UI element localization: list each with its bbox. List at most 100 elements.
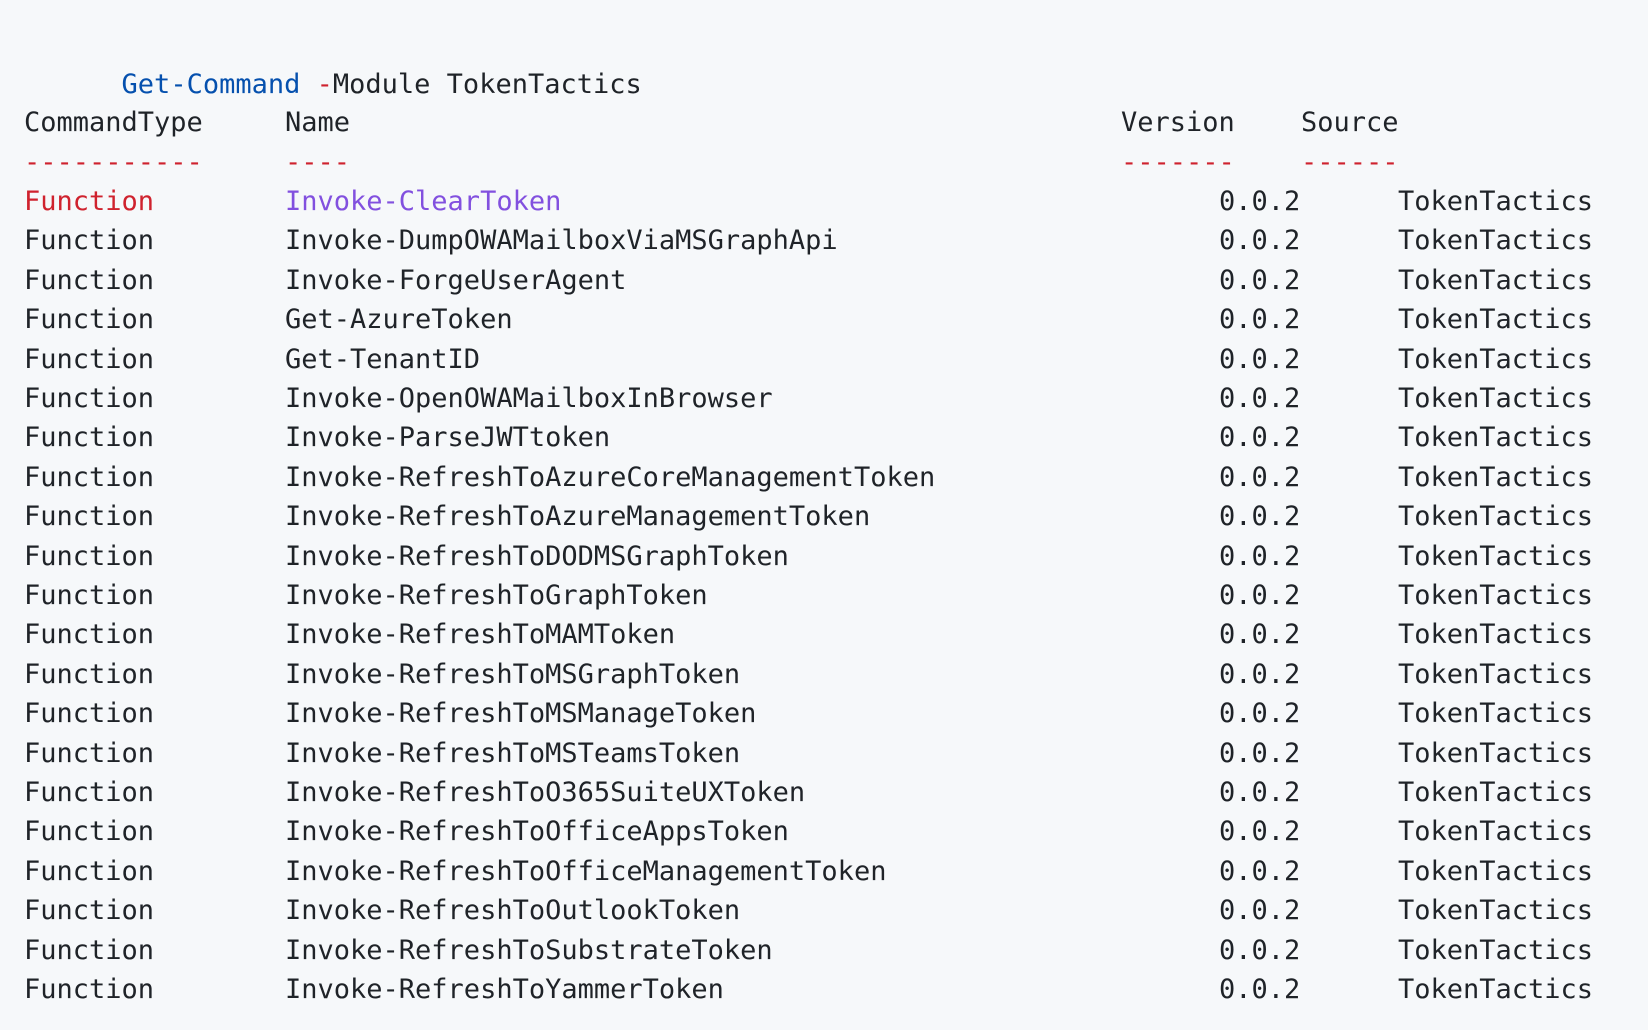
cmdlet-name: Get-Command (121, 69, 301, 100)
row-version: 0.0.2 (1219, 895, 1301, 926)
row-name: Invoke-ClearToken (285, 186, 562, 217)
table-row: Function Invoke-RefreshToMSTeamsToken 0.0.… (0, 734, 1648, 774)
row-name: Invoke-RefreshToMSGraphToken (285, 659, 741, 690)
row-type: Function (24, 541, 155, 572)
row-source: TokenTactics (1398, 541, 1594, 572)
table-row: Function Invoke-RefreshToDODMSGraphToken 0… (0, 537, 1648, 577)
row-source: TokenTactics (1398, 935, 1594, 966)
table-row: Function Invoke-ParseJWTtoken 0.0.2 TokenTa… (0, 418, 1648, 458)
row-type: Function (24, 974, 155, 1005)
row-type: Function (24, 777, 155, 808)
row-name: Invoke-RefreshToOfficeAppsToken (285, 816, 789, 847)
row-type: Function (24, 225, 155, 256)
underline-version: ------- (1121, 147, 1235, 178)
row-source: TokenTactics (1398, 659, 1594, 690)
row-name: Invoke-RefreshToMAMToken (285, 619, 676, 650)
row-source: TokenTactics (1398, 265, 1594, 296)
table-row: Function Get-AzureToken 0.0.2 TokenTactics (0, 300, 1648, 340)
table-row: Function Invoke-RefreshToYammerToken 0.0.2… (0, 970, 1648, 1010)
row-name: Invoke-OpenOWAMailboxInBrowser (285, 383, 773, 414)
row-name: Invoke-RefreshToAzureCoreManagementToken (285, 462, 936, 493)
table-row: Function Get-TenantID 0.0.2 TokenTactics (0, 340, 1648, 380)
command-line: Get-Command -Module TokenTactics (0, 25, 642, 100)
row-version: 0.0.2 (1219, 816, 1301, 847)
table-header-row: CommandType Name Version Source (0, 103, 1648, 143)
underline-source: ------ (1301, 147, 1399, 178)
row-name: Invoke-ForgeUserAgent (285, 265, 627, 296)
row-name: Invoke-ParseJWTtoken (285, 422, 611, 453)
row-type: Function (24, 265, 155, 296)
row-source: TokenTactics (1398, 816, 1594, 847)
table-row: Function Invoke-RefreshToMSManageToken 0.0… (0, 694, 1648, 734)
underline-name: ---- (285, 147, 351, 178)
row-name: Invoke-RefreshToMSManageToken (285, 698, 757, 729)
table-row: Function Invoke-RefreshToGraphToken 0.0.2 T… (0, 576, 1648, 616)
row-version: 0.0.2 (1219, 974, 1301, 1005)
row-version: 0.0.2 (1219, 856, 1301, 887)
row-source: TokenTactics (1398, 856, 1594, 887)
row-version: 0.0.2 (1219, 462, 1301, 493)
row-source: TokenTactics (1398, 462, 1594, 493)
row-source: TokenTactics (1398, 344, 1594, 375)
row-source: TokenTactics (1398, 501, 1594, 532)
row-type: Function (24, 501, 155, 532)
row-name: Invoke-DumpOWAMailboxViaMSGraphApi (285, 225, 838, 256)
row-name: Invoke-RefreshToYammerToken (285, 974, 724, 1005)
row-type: Function (24, 619, 155, 650)
table-row: Function Invoke-RefreshToAzureCoreManagem… (0, 458, 1648, 498)
row-type: Function (24, 304, 155, 335)
row-type: Function (24, 895, 155, 926)
row-type: Function (24, 344, 155, 375)
table-row: Function Invoke-ForgeUserAgent 0.0.2 TokenT… (0, 261, 1648, 301)
row-type: Function (24, 186, 155, 217)
header-version: Version (1121, 107, 1235, 138)
row-name: Invoke-RefreshToOfficeManagementToken (285, 856, 887, 887)
row-version: 0.0.2 (1219, 344, 1301, 375)
row-type: Function (24, 935, 155, 966)
table-row: Function Invoke-RefreshToSubstrateToken 0.… (0, 931, 1648, 971)
row-source: TokenTactics (1398, 580, 1594, 611)
row-source: TokenTactics (1398, 225, 1594, 256)
row-version: 0.0.2 (1219, 777, 1301, 808)
row-name: Invoke-RefreshToSubstrateToken (285, 935, 773, 966)
table-row: Function Invoke-RefreshToMAMToken 0.0.2 Tok… (0, 615, 1648, 655)
row-version: 0.0.2 (1219, 580, 1301, 611)
table-row: Function Invoke-RefreshToOfficeAppsToken 0… (0, 812, 1648, 852)
row-version: 0.0.2 (1219, 186, 1301, 217)
row-version: 0.0.2 (1219, 619, 1301, 650)
table-row: Function Invoke-RefreshToOutlookToken 0.0.… (0, 891, 1648, 931)
table-header-underline: ----------- ---- ------- ------ (0, 143, 1648, 183)
table-row: Function Invoke-ClearToken 0.0.2 TokenTacti… (0, 182, 1648, 222)
row-version: 0.0.2 (1219, 659, 1301, 690)
row-type: Function (24, 698, 155, 729)
row-source: TokenTactics (1398, 974, 1594, 1005)
row-source: TokenTactics (1398, 186, 1594, 217)
row-source: TokenTactics (1398, 383, 1594, 414)
row-version: 0.0.2 (1219, 422, 1301, 453)
row-name: Invoke-RefreshToMSTeamsToken (285, 738, 741, 769)
row-version: 0.0.2 (1219, 541, 1301, 572)
row-name: Invoke-RefreshToGraphToken (285, 580, 708, 611)
table-row: Function Invoke-OpenOWAMailboxInBrowser 0.… (0, 379, 1648, 419)
param-text: Module TokenTactics (332, 69, 642, 100)
table-row: Function Invoke-RefreshToAzureManagementT… (0, 497, 1648, 537)
row-source: TokenTactics (1398, 777, 1594, 808)
table-row: Function Invoke-RefreshToMSGraphToken 0.0.… (0, 655, 1648, 695)
row-type: Function (24, 422, 155, 453)
row-source: TokenTactics (1398, 422, 1594, 453)
row-version: 0.0.2 (1219, 698, 1301, 729)
row-source: TokenTactics (1398, 738, 1594, 769)
row-source: TokenTactics (1398, 895, 1594, 926)
row-type: Function (24, 462, 155, 493)
row-source: TokenTactics (1398, 698, 1594, 729)
table-row: Function Invoke-DumpOWAMailboxViaMSGraphA… (0, 221, 1648, 261)
row-name: Get-AzureToken (285, 304, 513, 335)
row-type: Function (24, 580, 155, 611)
row-name: Invoke-RefreshToAzureManagementToken (285, 501, 871, 532)
row-name: Get-TenantID (285, 344, 481, 375)
row-version: 0.0.2 (1219, 738, 1301, 769)
header-commandtype: CommandType (24, 107, 203, 138)
row-version: 0.0.2 (1219, 265, 1301, 296)
table-row: Function Invoke-RefreshToOfficeManagement… (0, 852, 1648, 892)
row-source: TokenTactics (1398, 619, 1594, 650)
